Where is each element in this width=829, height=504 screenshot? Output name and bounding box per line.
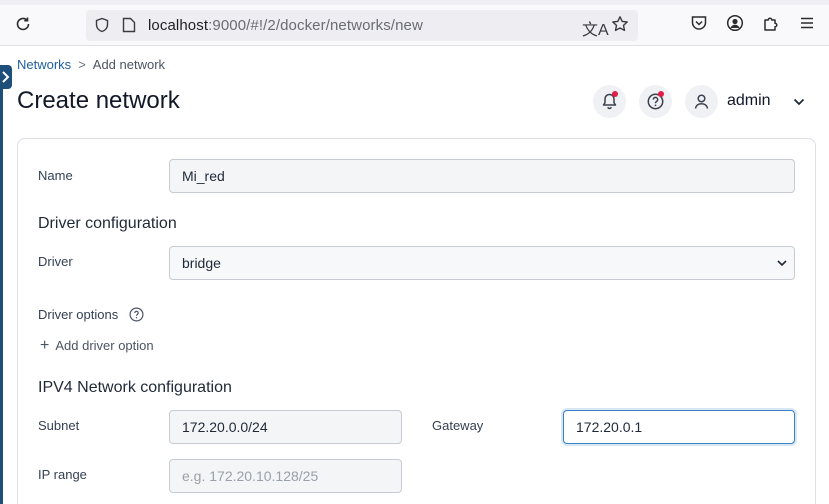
subnet-input[interactable]: 172.20.0.0/24 xyxy=(169,410,402,444)
bookmark-star-icon[interactable] xyxy=(611,15,629,33)
driver-options-label: Driver options xyxy=(38,307,119,322)
ipv4-configuration-heading: IPV4 Network configuration xyxy=(38,379,232,396)
extensions-icon[interactable] xyxy=(762,14,780,32)
url-path: :9000/#!/2/docker/networks/new xyxy=(208,17,423,34)
reload-icon[interactable] xyxy=(14,15,32,33)
select-chevron-icon xyxy=(777,260,787,267)
driver-label: Driver xyxy=(38,254,73,269)
page-title: Create network xyxy=(17,87,180,114)
user-icon xyxy=(694,94,709,109)
account-icon[interactable] xyxy=(726,14,744,32)
gateway-label: Gateway xyxy=(432,418,484,433)
pocket-icon[interactable] xyxy=(690,14,708,32)
user-avatar[interactable] xyxy=(685,85,718,118)
subnet-label: Subnet xyxy=(38,418,80,433)
url-bar[interactable]: localhost:9000/#!/2/docker/networks/new … xyxy=(86,10,638,41)
ip-range-input[interactable]: e.g. 172.20.10.128/25 xyxy=(169,459,402,493)
breadcrumb-current: Add network xyxy=(92,57,166,72)
menu-icon[interactable] xyxy=(798,14,816,32)
notifications-button[interactable] xyxy=(593,85,626,118)
breadcrumb-separator: > xyxy=(78,57,86,72)
translate-icon[interactable]: 文A xyxy=(582,16,609,40)
plus-icon: + xyxy=(40,337,50,354)
page-icon xyxy=(122,17,136,33)
help-button[interactable] xyxy=(639,85,672,118)
gateway-input[interactable]: 172.20.0.1 xyxy=(563,410,795,444)
name-input[interactable]: Mi_red xyxy=(169,159,795,193)
add-driver-option-button[interactable]: + Add driver option xyxy=(40,337,154,355)
name-label: Name xyxy=(38,168,73,183)
shield-icon[interactable] xyxy=(94,17,110,33)
help-notification-dot xyxy=(658,91,664,97)
add-driver-option-label: Add driver option xyxy=(55,338,154,353)
browser-toolbar: localhost:9000/#!/2/docker/networks/new … xyxy=(0,0,829,46)
breadcrumb: Networks > Add network xyxy=(17,57,165,72)
ip-range-label: IP range xyxy=(38,467,87,482)
tab-strip xyxy=(0,0,829,5)
user-name[interactable]: admin xyxy=(727,92,771,110)
chevron-right-icon xyxy=(2,71,10,83)
driver-select-value: bridge xyxy=(182,255,221,271)
sidebar-edge xyxy=(0,89,3,504)
url-text[interactable]: localhost:9000/#!/2/docker/networks/new xyxy=(148,17,423,34)
driver-select[interactable]: bridge xyxy=(169,246,795,280)
notification-dot xyxy=(612,91,618,97)
url-host: localhost xyxy=(148,17,209,34)
sidebar-toggle-button[interactable] xyxy=(0,65,12,89)
driver-options-help-icon[interactable] xyxy=(129,307,144,322)
driver-configuration-heading: Driver configuration xyxy=(38,215,177,232)
breadcrumb-networks-link[interactable]: Networks xyxy=(17,57,71,72)
chevron-down-icon[interactable] xyxy=(792,95,806,109)
